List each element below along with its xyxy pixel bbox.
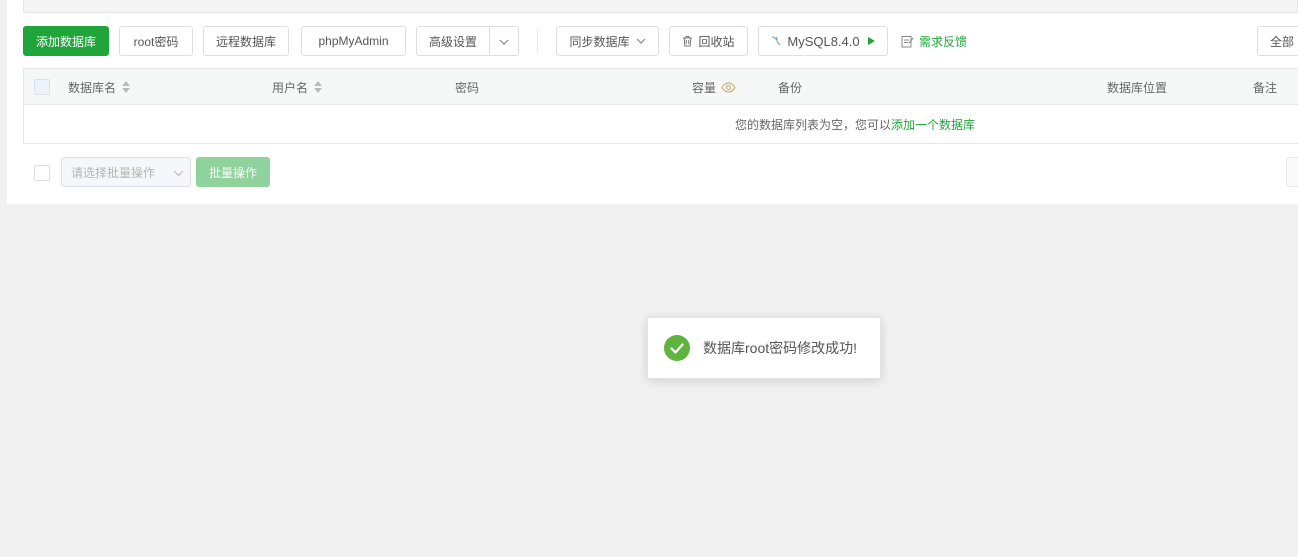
toolbar-divider [537, 30, 538, 52]
batch-button-label: 批量操作 [208, 165, 257, 180]
empty-table-row: 您的数据库列表为空，您可以添加一个数据库 [24, 105, 1298, 144]
column-header-backup: 备份 [778, 69, 802, 105]
checkbox[interactable] [34, 79, 50, 95]
column-header-database-name[interactable]: 数据库名 [68, 69, 131, 105]
mysql-version-label: MySQL8.4.0 [787, 33, 860, 49]
mysql-dolphin-icon [770, 35, 782, 47]
trash-icon [682, 35, 693, 47]
phpmyadmin-button[interactable]: phpMyAdmin [301, 26, 406, 56]
recycle-bin-button[interactable]: 回收站 [669, 26, 748, 56]
filter-all-select[interactable]: 全部 [1257, 26, 1298, 56]
column-header-capacity: 容量 [692, 69, 736, 105]
column-label: 数据库名 [68, 80, 117, 95]
column-header-remark: 备注 [1253, 69, 1277, 105]
batch-select-placeholder: 请选择批量操作 [71, 165, 156, 180]
pagination[interactable] [1286, 157, 1298, 187]
table-header: 数据库名 用户名 密码 容量 备份 数据库位置 备注 [24, 69, 1298, 105]
remote-database-button[interactable]: 远程数据库 [203, 26, 289, 56]
mysql-version-button[interactable]: MySQL8.4.0 [758, 26, 888, 56]
add-database-label: 添加数据库 [35, 34, 96, 49]
column-label: 数据库位置 [1107, 80, 1168, 95]
play-icon[interactable] [867, 36, 876, 46]
empty-message: 您的数据库列表为空，您可以添加一个数据库 [735, 116, 975, 133]
batch-operation-select[interactable]: 请选择批量操作 [61, 157, 191, 187]
feedback-label: 需求反馈 [919, 34, 968, 49]
batch-operation-button[interactable]: 批量操作 [196, 157, 270, 187]
remote-database-label: 远程数据库 [215, 34, 276, 49]
sort-icon[interactable] [314, 81, 323, 93]
table-footer: 请选择批量操作 批量操作 [23, 157, 1298, 187]
column-label: 密码 [455, 80, 480, 95]
check-circle-icon [664, 335, 690, 361]
sort-icon[interactable] [122, 81, 131, 93]
add-database-link[interactable]: 添加一个数据库 [891, 118, 975, 132]
edit-note-icon [901, 35, 914, 48]
add-database-button[interactable]: 添加数据库 [23, 26, 109, 56]
select-all-checkbox[interactable] [34, 69, 50, 105]
column-label: 容量 [692, 80, 717, 95]
empty-message-text: 您的数据库列表为空，您可以 [735, 118, 892, 132]
top-strip [23, 0, 1298, 13]
footer-select-all-checkbox[interactable] [34, 165, 50, 181]
success-toast: 数据库root密码修改成功! [647, 317, 881, 379]
chevron-down-icon [636, 38, 646, 44]
toast-message: 数据库root密码修改成功! [703, 340, 858, 356]
column-header-password: 密码 [455, 69, 479, 105]
column-label: 备注 [1253, 80, 1278, 95]
database-table: 数据库名 用户名 密码 容量 备份 数据库位置 备注 您的数据库列表为空，您可以… [23, 68, 1298, 144]
recycle-bin-label: 回收站 [698, 34, 735, 49]
filter-all-label: 全部 [1269, 34, 1294, 49]
sync-database-button[interactable]: 同步数据库 [556, 26, 659, 56]
root-password-label: root密码 [133, 34, 179, 49]
sync-database-label: 同步数据库 [569, 34, 630, 49]
column-label: 备份 [778, 80, 803, 95]
column-header-username[interactable]: 用户名 [272, 69, 323, 105]
column-header-location: 数据库位置 [1107, 69, 1167, 105]
toolbar: 添加数据库 root密码 远程数据库 phpMyAdmin 高级设置 同步数据库… [23, 26, 1298, 56]
advanced-settings-button[interactable]: 高级设置 [416, 26, 490, 56]
column-label: 用户名 [272, 80, 309, 95]
eye-icon[interactable] [721, 81, 736, 93]
advanced-settings-label: 高级设置 [428, 34, 477, 49]
chevron-down-icon [499, 34, 509, 48]
chevron-down-icon [173, 166, 184, 180]
feedback-link[interactable]: 需求反馈 [901, 26, 967, 56]
phpmyadmin-label: phpMyAdmin [318, 34, 389, 48]
root-password-button[interactable]: root密码 [119, 26, 193, 56]
advanced-settings-dropdown[interactable] [489, 26, 519, 56]
